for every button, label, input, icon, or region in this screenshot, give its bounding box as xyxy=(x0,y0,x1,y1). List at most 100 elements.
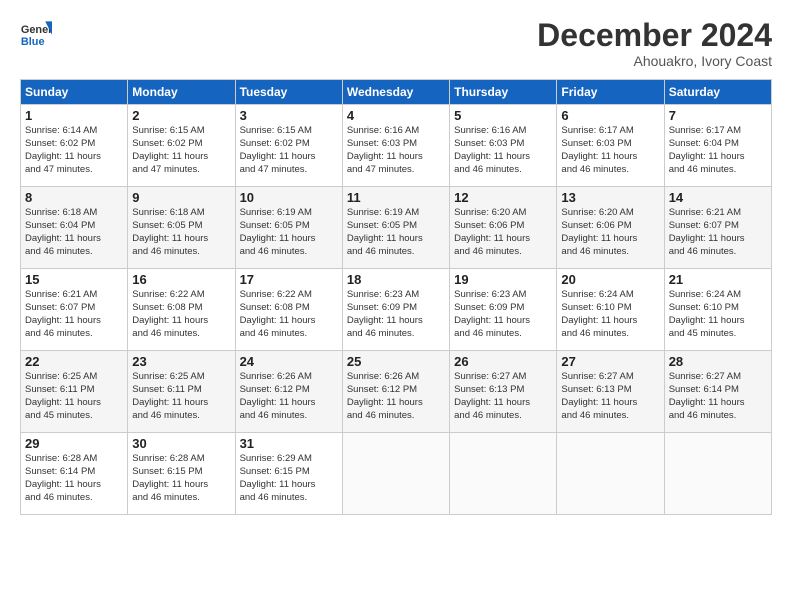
svg-text:Blue: Blue xyxy=(21,36,45,48)
calendar-header-row: SundayMondayTuesdayWednesdayThursdayFrid… xyxy=(21,80,772,105)
day-info: Sunrise: 6:18 AMSunset: 6:04 PMDaylight:… xyxy=(25,207,123,258)
header-tuesday: Tuesday xyxy=(235,80,342,105)
calendar-cell: 23Sunrise: 6:25 AMSunset: 6:11 PMDayligh… xyxy=(128,351,235,433)
calendar-week-1: 1 Sunrise: 6:14 AMSunset: 6:02 PMDaylight… xyxy=(21,105,772,187)
calendar-cell: 5Sunrise: 6:16 AMSunset: 6:03 PMDaylight… xyxy=(450,105,557,187)
day-info: Sunrise: 6:24 AMSunset: 6:10 PMDaylight:… xyxy=(561,289,659,340)
day-info: Sunrise: 6:29 AMSunset: 6:15 PMDaylight:… xyxy=(240,453,338,504)
day-number: 24 xyxy=(240,354,338,369)
logo: General Blue xyxy=(20,18,52,50)
calendar-cell xyxy=(342,433,449,515)
day-info: Sunrise: 6:17 AMSunset: 6:03 PMDaylight:… xyxy=(561,125,659,176)
header-thursday: Thursday xyxy=(450,80,557,105)
calendar-cell: 15 Sunrise: 6:21 AMSunset: 6:07 PMDayligh… xyxy=(21,269,128,351)
calendar: SundayMondayTuesdayWednesdayThursdayFrid… xyxy=(20,79,772,515)
day-info: Sunrise: 6:18 AMSunset: 6:05 PMDaylight:… xyxy=(132,207,230,258)
day-number: 31 xyxy=(240,436,338,451)
calendar-cell: 6Sunrise: 6:17 AMSunset: 6:03 PMDaylight… xyxy=(557,105,664,187)
calendar-cell xyxy=(557,433,664,515)
svg-text:General: General xyxy=(21,24,52,36)
day-number: 14 xyxy=(669,190,767,205)
day-number: 22 xyxy=(25,354,123,369)
day-info: Sunrise: 6:23 AMSunset: 6:09 PMDaylight:… xyxy=(454,289,552,340)
calendar-week-3: 15 Sunrise: 6:21 AMSunset: 6:07 PMDayligh… xyxy=(21,269,772,351)
day-number: 25 xyxy=(347,354,445,369)
header-wednesday: Wednesday xyxy=(342,80,449,105)
calendar-cell: 17 Sunrise: 6:22 AMSunset: 6:08 PMDayligh… xyxy=(235,269,342,351)
calendar-week-5: 29Sunrise: 6:28 AMSunset: 6:14 PMDayligh… xyxy=(21,433,772,515)
day-number: 2 xyxy=(132,108,230,123)
day-number: 26 xyxy=(454,354,552,369)
day-info: Sunrise: 6:26 AMSunset: 6:12 PMDaylight:… xyxy=(240,371,338,422)
calendar-cell: 19 Sunrise: 6:23 AMSunset: 6:09 PMDayligh… xyxy=(450,269,557,351)
day-number: 9 xyxy=(132,190,230,205)
calendar-cell: 22Sunrise: 6:25 AMSunset: 6:11 PMDayligh… xyxy=(21,351,128,433)
day-number: 16 xyxy=(132,272,230,287)
calendar-cell xyxy=(450,433,557,515)
day-info: Sunrise: 6:21 AMSunset: 6:07 PMDaylight:… xyxy=(669,207,767,258)
calendar-cell: 27 Sunrise: 6:27 AMSunset: 6:13 PMDayligh… xyxy=(557,351,664,433)
header: General Blue December 2024 Ahouakro, Ivo… xyxy=(20,18,772,69)
day-number: 17 xyxy=(240,272,338,287)
calendar-cell: 8Sunrise: 6:18 AMSunset: 6:04 PMDaylight… xyxy=(21,187,128,269)
title-area: December 2024 Ahouakro, Ivory Coast xyxy=(537,18,772,69)
day-info: Sunrise: 6:16 AMSunset: 6:03 PMDaylight:… xyxy=(347,125,445,176)
day-info: Sunrise: 6:19 AMSunset: 6:05 PMDaylight:… xyxy=(347,207,445,258)
header-saturday: Saturday xyxy=(664,80,771,105)
calendar-cell: 28 Sunrise: 6:27 AMSunset: 6:14 PMDayligh… xyxy=(664,351,771,433)
calendar-week-2: 8Sunrise: 6:18 AMSunset: 6:04 PMDaylight… xyxy=(21,187,772,269)
calendar-cell: 26Sunrise: 6:27 AMSunset: 6:13 PMDayligh… xyxy=(450,351,557,433)
subtitle: Ahouakro, Ivory Coast xyxy=(537,53,772,69)
day-number: 10 xyxy=(240,190,338,205)
day-info: Sunrise: 6:22 AMSunset: 6:08 PMDaylight:… xyxy=(240,289,338,340)
day-number: 12 xyxy=(454,190,552,205)
calendar-cell: 29Sunrise: 6:28 AMSunset: 6:14 PMDayligh… xyxy=(21,433,128,515)
day-number: 28 xyxy=(669,354,767,369)
header-monday: Monday xyxy=(128,80,235,105)
calendar-cell: 18Sunrise: 6:23 AMSunset: 6:09 PMDayligh… xyxy=(342,269,449,351)
day-number: 27 xyxy=(561,354,659,369)
calendar-cell: 3 Sunrise: 6:15 AMSunset: 6:02 PMDaylight… xyxy=(235,105,342,187)
day-number: 13 xyxy=(561,190,659,205)
calendar-cell: 2 Sunrise: 6:15 AMSunset: 6:02 PMDaylight… xyxy=(128,105,235,187)
day-number: 30 xyxy=(132,436,230,451)
calendar-cell: 20Sunrise: 6:24 AMSunset: 6:10 PMDayligh… xyxy=(557,269,664,351)
day-info: Sunrise: 6:19 AMSunset: 6:05 PMDaylight:… xyxy=(240,207,338,258)
calendar-cell: 30 Sunrise: 6:28 AMSunset: 6:15 PMDayligh… xyxy=(128,433,235,515)
calendar-cell: 25 Sunrise: 6:26 AMSunset: 6:12 PMDayligh… xyxy=(342,351,449,433)
calendar-cell: 16 Sunrise: 6:22 AMSunset: 6:08 PMDayligh… xyxy=(128,269,235,351)
day-info: Sunrise: 6:14 AMSunset: 6:02 PMDaylight:… xyxy=(25,125,123,176)
day-number: 4 xyxy=(347,108,445,123)
header-sunday: Sunday xyxy=(21,80,128,105)
calendar-cell: 13Sunrise: 6:20 AMSunset: 6:06 PMDayligh… xyxy=(557,187,664,269)
calendar-cell: 14 Sunrise: 6:21 AMSunset: 6:07 PMDayligh… xyxy=(664,187,771,269)
day-info: Sunrise: 6:24 AMSunset: 6:10 PMDaylight:… xyxy=(669,289,767,340)
page: General Blue December 2024 Ahouakro, Ivo… xyxy=(0,0,792,612)
day-info: Sunrise: 6:27 AMSunset: 6:13 PMDaylight:… xyxy=(561,371,659,422)
day-number: 15 xyxy=(25,272,123,287)
day-number: 1 xyxy=(25,108,123,123)
day-number: 19 xyxy=(454,272,552,287)
day-number: 21 xyxy=(669,272,767,287)
day-info: Sunrise: 6:22 AMSunset: 6:08 PMDaylight:… xyxy=(132,289,230,340)
day-number: 23 xyxy=(132,354,230,369)
day-info: Sunrise: 6:21 AMSunset: 6:07 PMDaylight:… xyxy=(25,289,123,340)
header-friday: Friday xyxy=(557,80,664,105)
calendar-cell xyxy=(664,433,771,515)
calendar-cell: 4 Sunrise: 6:16 AMSunset: 6:03 PMDaylight… xyxy=(342,105,449,187)
day-number: 7 xyxy=(669,108,767,123)
day-number: 3 xyxy=(240,108,338,123)
day-info: Sunrise: 6:27 AMSunset: 6:14 PMDaylight:… xyxy=(669,371,767,422)
calendar-cell: 11Sunrise: 6:19 AMSunset: 6:05 PMDayligh… xyxy=(342,187,449,269)
calendar-cell: 9 Sunrise: 6:18 AMSunset: 6:05 PMDaylight… xyxy=(128,187,235,269)
calendar-week-4: 22Sunrise: 6:25 AMSunset: 6:11 PMDayligh… xyxy=(21,351,772,433)
main-title: December 2024 xyxy=(537,18,772,53)
calendar-cell: 31 Sunrise: 6:29 AMSunset: 6:15 PMDayligh… xyxy=(235,433,342,515)
calendar-cell: 1 Sunrise: 6:14 AMSunset: 6:02 PMDaylight… xyxy=(21,105,128,187)
day-info: Sunrise: 6:26 AMSunset: 6:12 PMDaylight:… xyxy=(347,371,445,422)
day-info: Sunrise: 6:17 AMSunset: 6:04 PMDaylight:… xyxy=(669,125,767,176)
calendar-cell: 10 Sunrise: 6:19 AMSunset: 6:05 PMDayligh… xyxy=(235,187,342,269)
day-info: Sunrise: 6:15 AMSunset: 6:02 PMDaylight:… xyxy=(240,125,338,176)
day-info: Sunrise: 6:28 AMSunset: 6:15 PMDaylight:… xyxy=(132,453,230,504)
day-info: Sunrise: 6:15 AMSunset: 6:02 PMDaylight:… xyxy=(132,125,230,176)
